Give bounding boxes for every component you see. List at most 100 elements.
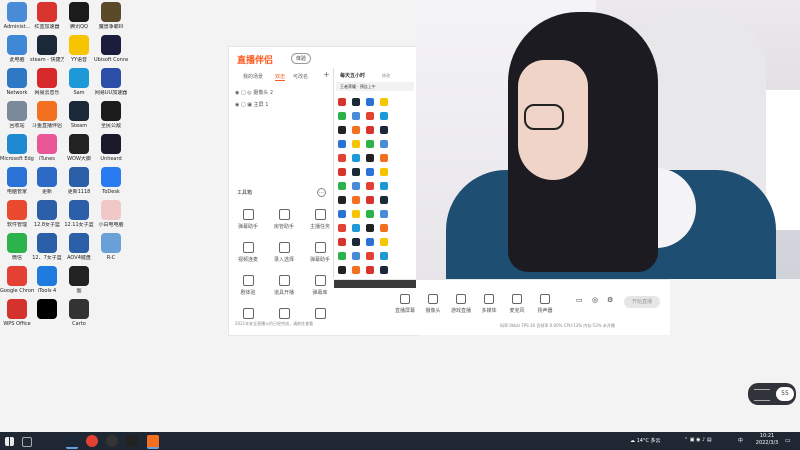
- toolbox-item[interactable]: 道具开播: [269, 275, 299, 296]
- scene-item-camera[interactable]: ◉ ▢ ◎ 摄像头 2: [235, 89, 273, 96]
- notice-text[interactable]: 2021年安全直播公约已经完成，请前往查看: [235, 321, 313, 327]
- control-bar-item[interactable]: 直播屏幕: [390, 294, 420, 314]
- app-icon: [69, 299, 89, 319]
- floating-monitor-widget[interactable]: 55: [748, 383, 796, 405]
- app-icon: [37, 266, 57, 286]
- desktop-icon[interactable]: iTunes: [30, 134, 64, 162]
- toolbox-item[interactable]: [233, 308, 263, 322]
- start-live-button[interactable]: 开始直播: [624, 296, 660, 308]
- camera-toggle-icon[interactable]: ▭: [576, 296, 583, 304]
- desktop-icon[interactable]: iTools 4: [30, 266, 64, 294]
- desktop-icon[interactable]: 12.11女子篮: [62, 200, 96, 228]
- app-icon: [69, 2, 89, 22]
- toolbox-item[interactable]: [269, 308, 299, 322]
- toolbox-item[interactable]: 录入选择: [269, 242, 299, 263]
- desktop-icon[interactable]: R-C: [94, 233, 128, 261]
- desktop-icon[interactable]: 回收站: [0, 101, 34, 129]
- desktop-icon[interactable]: Microsoft Edge: [0, 134, 34, 162]
- record-icon[interactable]: ◎: [592, 296, 598, 304]
- desktop-icon[interactable]: steam - 快捷方式: [30, 35, 64, 63]
- control-bar-item[interactable]: 摄像头: [418, 294, 448, 314]
- desktop-icon[interactable]: Ubisoft Connect: [94, 35, 128, 63]
- taskbar-media-icon[interactable]: [126, 435, 138, 447]
- tray-icons[interactable]: ⌃ ▣ ◉ ♪ ▤: [684, 437, 712, 443]
- lock-icon[interactable]: ▢: [241, 90, 246, 96]
- control-bar-item[interactable]: 扬声器: [530, 294, 560, 314]
- notification-icon[interactable]: ▭: [785, 437, 791, 444]
- desktop-icon[interactable]: 斗鱼直播伴侣: [30, 101, 64, 129]
- toolbox-more-icon[interactable]: …: [317, 188, 326, 197]
- control-icon: [456, 294, 466, 304]
- eye-icon[interactable]: ◉: [235, 90, 239, 96]
- control-bar-item[interactable]: 多媒体: [474, 294, 504, 314]
- desktop-icon-label: R-C: [106, 255, 116, 261]
- desktop-icon[interactable]: 小白电电脑: [94, 200, 128, 228]
- desktop-icon[interactable]: 更新: [30, 167, 64, 195]
- desktop-icon[interactable]: 更新1118: [62, 167, 96, 195]
- scene-item-screen[interactable]: ◉ ▢ ▣ 主屏 1: [235, 101, 268, 108]
- desktop-icon[interactable]: Sam: [62, 68, 96, 96]
- desktop-icon[interactable]: 微信: [0, 233, 34, 261]
- weather-widget[interactable]: ☁ 14°C 多云: [630, 437, 661, 444]
- desktop-icon[interactable]: 12.8女子篮: [30, 200, 64, 228]
- toolbox-item[interactable]: 弹幕库: [305, 275, 335, 296]
- version-badge[interactable]: 体验: [291, 53, 312, 64]
- eye-icon[interactable]: ◉: [235, 102, 239, 108]
- desktop-icon[interactable]: [30, 299, 64, 321]
- preview-strip: [334, 280, 416, 288]
- toolbox-item[interactable]: 弹幕助手: [305, 242, 335, 263]
- desktop-icon[interactable]: WPS Office: [0, 299, 34, 327]
- mini-app-icon: [366, 266, 374, 274]
- desktop-icon[interactable]: AOV4键盘: [62, 233, 96, 261]
- taskbar-steam-icon[interactable]: [66, 435, 78, 449]
- taskbar-app-icon[interactable]: [106, 435, 118, 447]
- tab-double-click[interactable]: 双击: [275, 73, 286, 81]
- toolbox-item[interactable]: [305, 308, 335, 322]
- tab-rename[interactable]: 可改名: [293, 73, 308, 80]
- desktop-icon[interactable]: ToDesk: [94, 167, 128, 195]
- desktop-icon[interactable]: 红蓝加速器: [30, 2, 64, 30]
- desktop-icon[interactable]: Unheard: [94, 134, 128, 162]
- desktop-icon[interactable]: 网易云音乐: [30, 68, 64, 96]
- desktop-icon[interactable]: 图: [62, 266, 96, 294]
- desktop-icon[interactable]: 此电脑: [0, 35, 34, 63]
- app-icon: [37, 134, 57, 154]
- taskbar-chrome-icon[interactable]: [86, 435, 98, 447]
- control-bar-item[interactable]: 麦克风: [502, 294, 532, 314]
- tool-label: 弹幕助手: [309, 257, 330, 263]
- desktop-icon[interactable]: Steam: [62, 101, 96, 129]
- clock[interactable]: 10:21 2022/3/3: [752, 433, 782, 447]
- desktop-icon[interactable]: Administ...: [0, 2, 34, 30]
- desktop-icon[interactable]: 腾讯QQ: [62, 2, 96, 30]
- desktop-icon[interactable]: 魔兽争霸III: [94, 2, 128, 30]
- desktop-icon[interactable]: WOW大脚: [62, 134, 96, 162]
- desktop-icon[interactable]: Network: [0, 68, 34, 96]
- toolbox-item[interactable]: 剧体验: [233, 275, 263, 296]
- desktop-icon[interactable]: Carto: [62, 299, 96, 327]
- control-bar-item[interactable]: 游戏直播: [446, 294, 476, 314]
- desktop-icon[interactable]: 网易UU加速器: [94, 68, 128, 96]
- tab-my-scenes[interactable]: 我的场景: [243, 73, 263, 80]
- mini-app-icon: [338, 98, 346, 106]
- toolbox-item[interactable]: 视频连麦: [233, 242, 263, 263]
- ime-indicator[interactable]: 中: [738, 437, 743, 444]
- desktop-icon[interactable]: 软件管理: [0, 200, 34, 228]
- desktop-icon[interactable]: 12、7女子篮: [30, 233, 64, 261]
- toolbox-item[interactable]: 房管助手: [269, 209, 299, 230]
- toolbox-item[interactable]: 主播任务: [305, 209, 335, 230]
- desktop-icon[interactable]: 全民公敌: [94, 101, 128, 129]
- task-view-icon[interactable]: [22, 437, 32, 447]
- toolbox-item[interactable]: 弹幕助手: [233, 209, 263, 230]
- lock-icon[interactable]: ▢: [241, 102, 246, 108]
- edit-title-link[interactable]: 修改: [382, 73, 390, 79]
- windows-start-icon[interactable]: [5, 437, 14, 446]
- category-bar[interactable]: 王者荣耀 · 预告上午: [336, 82, 414, 91]
- settings-gear-icon[interactable]: ⚙: [607, 296, 613, 304]
- add-scene-button[interactable]: +: [323, 70, 330, 79]
- desktop-icon-label: 网易UU加速器: [94, 90, 128, 96]
- desktop-icon[interactable]: 电脑管家: [0, 167, 34, 195]
- desktop-icon[interactable]: Google Chrome: [0, 266, 34, 294]
- taskbar-streaming-app-icon[interactable]: [147, 435, 159, 449]
- desktop-icon[interactable]: YY语音: [62, 35, 96, 63]
- control-icon: [512, 294, 522, 304]
